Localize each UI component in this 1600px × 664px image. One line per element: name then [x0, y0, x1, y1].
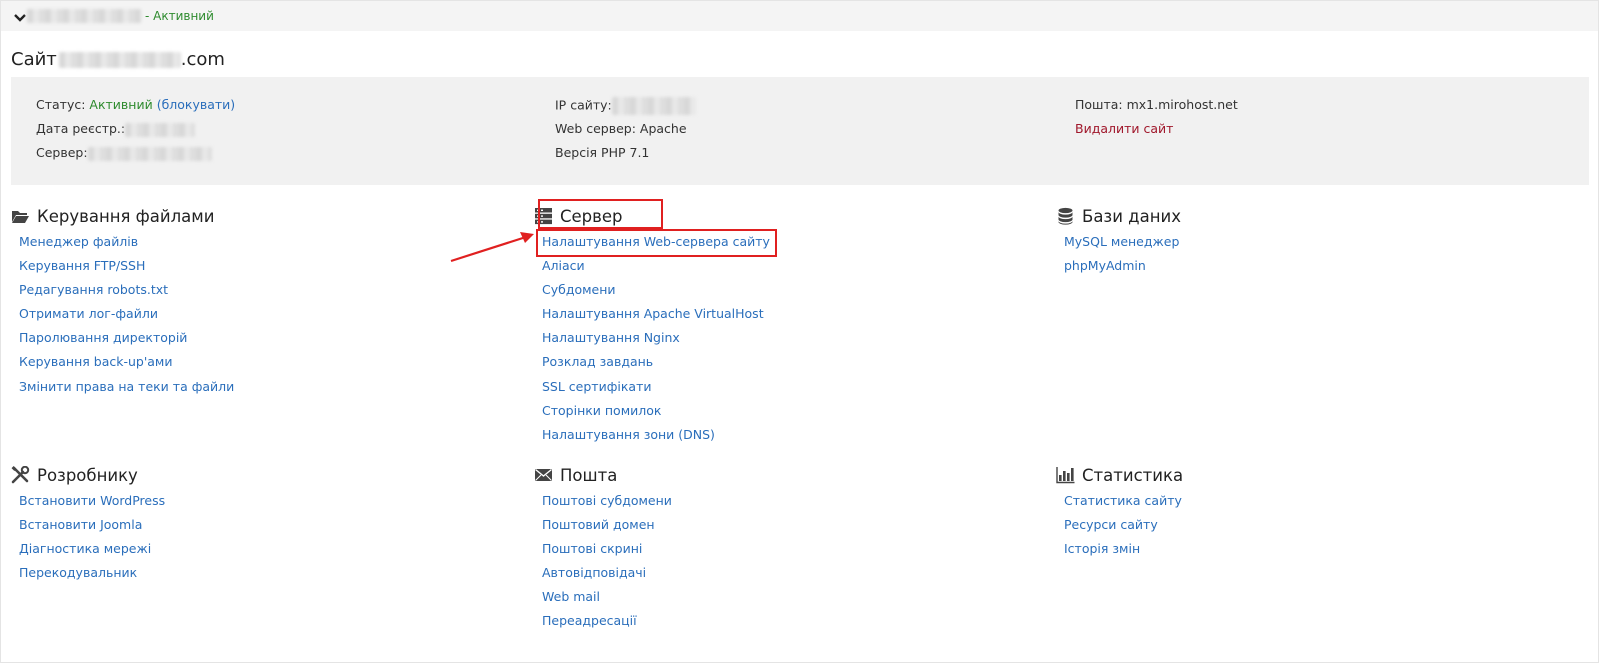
redacted-registration-date: [125, 122, 196, 137]
status-row: Статус: Активний (блокувати): [36, 97, 235, 112]
mail-server-row: Пошта: mx1.mirohost.net: [1075, 97, 1238, 112]
redacted-server: [87, 146, 212, 161]
section-developer: Розробнику Встановити WordPress Встанови…: [11, 465, 165, 580]
section-title-text: Керування файлами: [37, 206, 215, 226]
mail-domain-link[interactable]: Поштовий домен: [542, 517, 655, 532]
database-icon: [1058, 207, 1073, 225]
web-server-row: Web сервер: Apache: [555, 121, 687, 136]
title-prefix: Сайт: [11, 49, 57, 70]
mysql-manager-link[interactable]: MySQL менеджер: [1064, 234, 1179, 249]
annotation-arrow-icon: [450, 232, 534, 263]
network-diagnostics-link[interactable]: Діагностика мережі: [19, 541, 151, 556]
site-statistics-link[interactable]: Статистика сайту: [1064, 493, 1182, 508]
nginx-settings-link[interactable]: Налаштування Nginx: [542, 330, 680, 345]
section-file-management: Керування файлами Менеджер файлів Керува…: [11, 206, 234, 394]
ip-row: IP сайту:: [555, 97, 696, 115]
change-history-link[interactable]: Історія змін: [1064, 541, 1140, 556]
section-title: Пошта: [534, 465, 617, 485]
header-status: - Активний: [145, 9, 214, 23]
section-mail: Пошта Поштові субдомени Поштовий домен П…: [534, 465, 672, 628]
section-title: Керування файлами: [11, 206, 214, 226]
annotation-box-web-server-link: [536, 229, 777, 257]
directory-password-link[interactable]: Паролювання директорій: [19, 330, 187, 345]
section-title: Статистика: [1056, 465, 1183, 485]
aliases-link[interactable]: Аліаси: [542, 258, 585, 273]
section-statistics: Статистика Статистика сайту Ресурси сайт…: [1056, 465, 1183, 556]
webmail-link[interactable]: Web mail: [542, 589, 600, 604]
site-info-panel: Статус: Активний (блокувати) Дата реєстр…: [11, 77, 1589, 185]
registration-label: Дата реєстр.:: [36, 121, 126, 136]
stats-links-list: Статистика сайту Ресурси сайту Історія з…: [1064, 489, 1182, 561]
delete-site-link[interactable]: Видалити сайт: [1075, 121, 1173, 136]
envelope-icon: [535, 468, 552, 481]
chevron-down-icon[interactable]: [13, 10, 27, 24]
annotation-box-server-title: [538, 199, 663, 229]
section-title-text: Пошта: [560, 465, 618, 485]
apache-virtualhost-link[interactable]: Налаштування Apache VirtualHost: [542, 306, 764, 321]
dns-zone-link[interactable]: Налаштування зони (DNS): [542, 427, 715, 442]
redacted-ip: [611, 97, 696, 115]
folder-open-icon: [12, 211, 29, 223]
block-site-link[interactable]: (блокувати): [157, 97, 235, 112]
permissions-link[interactable]: Змінити права на теки та файли: [19, 379, 234, 394]
forwarding-link[interactable]: Переадресації: [542, 613, 637, 628]
phpmyadmin-link[interactable]: phpMyAdmin: [1064, 258, 1146, 273]
ssl-certificates-link[interactable]: SSL сертифікати: [542, 379, 652, 394]
server-links-list: Налаштування Web-сервера сайту Аліаси Су…: [542, 230, 770, 447]
database-links-list: MySQL менеджер phpMyAdmin: [1064, 230, 1179, 278]
bar-chart-icon: [1056, 467, 1075, 484]
encoder-link[interactable]: Перекодувальник: [19, 565, 137, 580]
registration-row: Дата реєстр.:: [36, 121, 196, 137]
section-databases: Бази даних MySQL менеджер phpMyAdmin: [1056, 206, 1181, 273]
install-wordpress-link[interactable]: Встановити WordPress: [19, 493, 165, 508]
install-joomla-link[interactable]: Встановити Joomla: [19, 517, 142, 532]
status-label: Статус:: [36, 97, 86, 112]
mailboxes-link[interactable]: Поштові скрині: [542, 541, 642, 556]
error-pages-link[interactable]: Сторінки помилок: [542, 403, 661, 418]
section-title-text: Статистика: [1082, 465, 1184, 485]
mail-subdomains-link[interactable]: Поштові субдомени: [542, 493, 672, 508]
developer-links-list: Встановити WordPress Встановити Joomla Д…: [19, 489, 165, 585]
redacted-site-name: [27, 9, 141, 23]
file-links-list: Менеджер файлів Керування FTP/SSH Редагу…: [19, 230, 234, 399]
site-resources-link[interactable]: Ресурси сайту: [1064, 517, 1158, 532]
mail-links-list: Поштові субдомени Поштовий домен Поштові…: [542, 489, 672, 634]
log-files-link[interactable]: Отримати лог-файли: [19, 306, 158, 321]
title-suffix: .com: [180, 49, 225, 70]
section-title: Бази даних: [1056, 206, 1181, 226]
status-value: Активний: [89, 97, 153, 112]
redacted-domain: [58, 52, 181, 68]
ip-label: IP сайту:: [555, 97, 612, 113]
subdomains-link[interactable]: Субдомени: [542, 282, 616, 297]
backups-link[interactable]: Керування back-up'ами: [19, 354, 173, 369]
section-title: Розробнику: [11, 465, 138, 485]
php-version-row: Версія PHP 7.1: [555, 145, 650, 160]
server-row: Сервер:: [36, 145, 212, 161]
ftp-ssh-link[interactable]: Керування FTP/SSH: [19, 258, 145, 273]
cron-schedule-link[interactable]: Розклад завдань: [542, 354, 653, 369]
file-manager-link[interactable]: Менеджер файлів: [19, 234, 138, 249]
page-title: Сайт .com: [11, 49, 225, 70]
autoresponders-link[interactable]: Автовідповідачі: [542, 565, 646, 580]
section-title-text: Розробнику: [37, 465, 138, 485]
section-title-text: Бази даних: [1082, 206, 1181, 226]
site-header-bar[interactable]: - Активний: [1, 1, 1598, 31]
server-label: Сервер:: [36, 145, 88, 160]
delete-site-label[interactable]: Видалити сайт: [1075, 121, 1173, 136]
robots-txt-link[interactable]: Редагування robots.txt: [19, 282, 168, 297]
tools-icon: [11, 466, 30, 484]
